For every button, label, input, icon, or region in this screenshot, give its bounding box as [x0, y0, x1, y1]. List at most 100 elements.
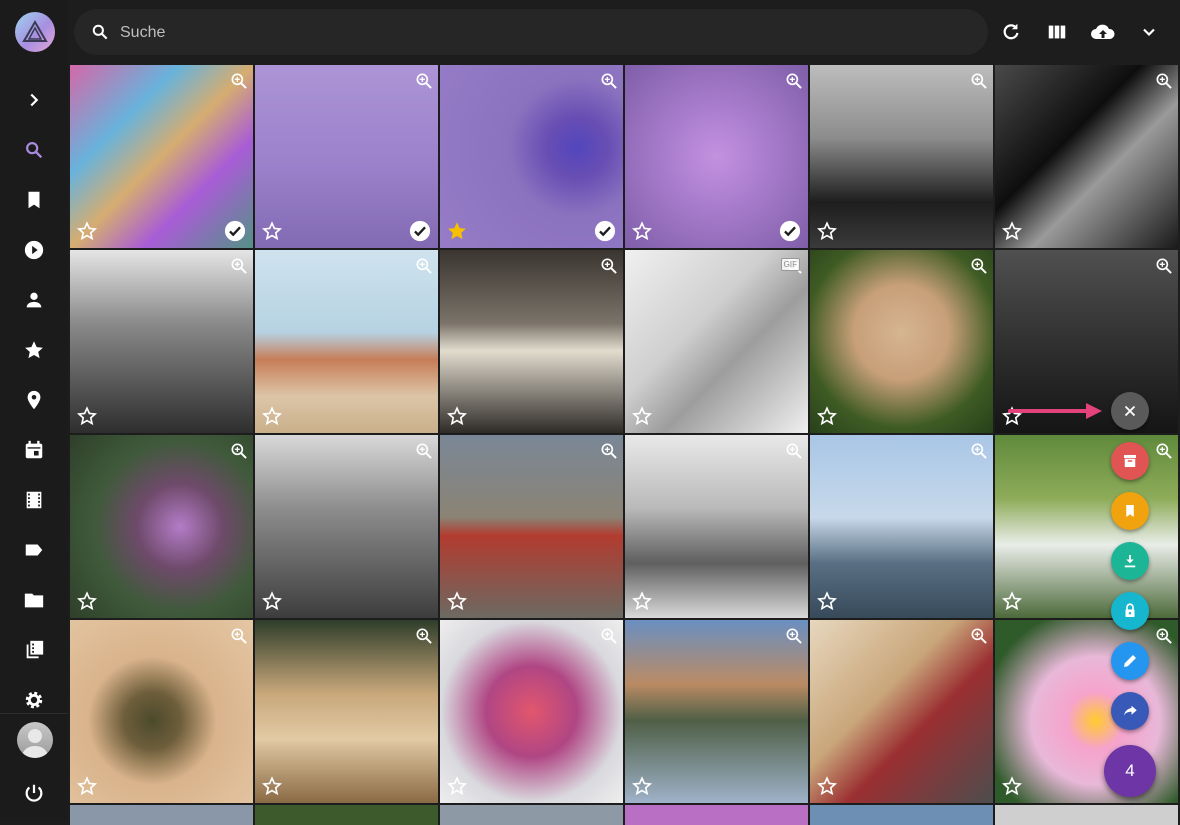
- photo-tile-pastries[interactable]: [810, 620, 993, 803]
- zoom-icon[interactable]: [414, 441, 434, 461]
- clear-selection-button[interactable]: [1111, 392, 1149, 430]
- view-toggle-button[interactable]: [1043, 18, 1071, 46]
- library-icon[interactable]: [22, 638, 46, 662]
- zoom-icon[interactable]: [1154, 256, 1174, 276]
- share-button[interactable]: [1111, 692, 1149, 730]
- zoom-icon[interactable]: [969, 626, 989, 646]
- person-icon[interactable]: [22, 288, 46, 312]
- star-outline-icon[interactable]: [261, 220, 283, 242]
- star-outline-icon[interactable]: [446, 405, 468, 427]
- zoom-icon[interactable]: [229, 256, 249, 276]
- star-outline-icon[interactable]: [631, 405, 653, 427]
- favorite-star-icon[interactable]: [446, 220, 468, 242]
- zoom-icon[interactable]: [784, 626, 804, 646]
- check-icon[interactable]: [594, 220, 616, 242]
- photo-tile-peacock[interactable]: [440, 65, 623, 248]
- photo-tile-partial[interactable]: [440, 805, 623, 825]
- photo-tile-harbor-tower[interactable]: [810, 435, 993, 618]
- photo-tile-glass-dome[interactable]: [70, 250, 253, 433]
- photo-tile-partial[interactable]: [810, 805, 993, 825]
- photo-tile-bridge[interactable]: [625, 435, 808, 618]
- menu-dropdown-button[interactable]: [1135, 18, 1163, 46]
- photo-tile-dung-beetle[interactable]: [70, 620, 253, 803]
- star-outline-icon[interactable]: [76, 590, 98, 612]
- zoom-icon[interactable]: [1154, 71, 1174, 91]
- private-button[interactable]: [1111, 592, 1149, 630]
- photo-tile-newtons-cradle[interactable]: GIF: [625, 250, 808, 433]
- star-outline-icon[interactable]: [261, 590, 283, 612]
- zoom-icon[interactable]: [229, 441, 249, 461]
- check-icon[interactable]: [779, 220, 801, 242]
- film-icon[interactable]: [22, 488, 46, 512]
- photo-tile-ferris-wheel-beach[interactable]: [255, 250, 438, 433]
- photo-tile-dahlia[interactable]: [625, 65, 808, 248]
- photo-tile-clock-tower[interactable]: [255, 65, 438, 248]
- zoom-icon[interactable]: [784, 71, 804, 91]
- star-outline-icon[interactable]: [76, 775, 98, 797]
- zoom-icon[interactable]: [969, 441, 989, 461]
- zoom-icon[interactable]: [1154, 626, 1174, 646]
- star-outline-icon[interactable]: [816, 220, 838, 242]
- app-logo[interactable]: [15, 12, 55, 52]
- photo-tile-psychedelic-art[interactable]: [70, 65, 253, 248]
- location-icon[interactable]: [22, 388, 46, 412]
- zoom-icon[interactable]: [784, 441, 804, 461]
- search-input[interactable]: [118, 9, 962, 57]
- download-button[interactable]: [1111, 542, 1149, 580]
- photo-tile-swan-boats[interactable]: [995, 435, 1178, 618]
- photo-tile-partial[interactable]: [625, 805, 808, 825]
- star-outline-icon[interactable]: [816, 590, 838, 612]
- star-outline-icon[interactable]: [261, 405, 283, 427]
- zoom-icon[interactable]: [599, 256, 619, 276]
- star-outline-icon[interactable]: [816, 775, 838, 797]
- label-icon[interactable]: [22, 538, 46, 562]
- star-outline-icon[interactable]: [261, 775, 283, 797]
- zoom-icon[interactable]: [599, 626, 619, 646]
- search-bar[interactable]: [74, 9, 988, 57]
- bookmark-selection-button[interactable]: [1111, 492, 1149, 530]
- zoom-icon[interactable]: [599, 71, 619, 91]
- zoom-icon[interactable]: [599, 441, 619, 461]
- archive-button[interactable]: [1111, 442, 1149, 480]
- star-outline-icon[interactable]: [1001, 590, 1023, 612]
- logout-icon[interactable]: [22, 781, 46, 805]
- photo-tile-red-plants[interactable]: [440, 620, 623, 803]
- photo-tile-dark-interior[interactable]: [995, 65, 1178, 248]
- search-icon[interactable]: [22, 138, 46, 162]
- star-outline-icon[interactable]: [446, 775, 468, 797]
- photo-tile-partial[interactable]: [255, 805, 438, 825]
- photo-tile-city-skyline[interactable]: [255, 435, 438, 618]
- selection-count-button[interactable]: 4: [1104, 745, 1156, 797]
- refresh-button[interactable]: [997, 18, 1025, 46]
- zoom-icon[interactable]: [1154, 441, 1174, 461]
- star-outline-icon[interactable]: [631, 220, 653, 242]
- photo-tile-lying-puppy[interactable]: [255, 620, 438, 803]
- play-icon[interactable]: [22, 238, 46, 262]
- folder-icon[interactable]: [22, 588, 46, 612]
- star-outline-icon[interactable]: [631, 590, 653, 612]
- zoom-icon[interactable]: [414, 256, 434, 276]
- photo-tile-reflection[interactable]: [625, 620, 808, 803]
- zoom-icon[interactable]: [414, 71, 434, 91]
- avatar[interactable]: [17, 722, 53, 758]
- star-icon[interactable]: [22, 338, 46, 362]
- zoom-icon[interactable]: [229, 626, 249, 646]
- upload-button[interactable]: [1089, 18, 1117, 46]
- star-outline-icon[interactable]: [631, 775, 653, 797]
- star-outline-icon[interactable]: [76, 220, 98, 242]
- zoom-icon[interactable]: [414, 626, 434, 646]
- photo-tile-castle-silhouette[interactable]: [810, 65, 993, 248]
- calendar-icon[interactable]: [22, 438, 46, 462]
- settings-icon[interactable]: [22, 688, 46, 712]
- zoom-icon[interactable]: [969, 71, 989, 91]
- photo-tile-wooden-house[interactable]: [440, 435, 623, 618]
- star-outline-icon[interactable]: [76, 405, 98, 427]
- zoom-icon[interactable]: [229, 71, 249, 91]
- photo-tile-partial[interactable]: [70, 805, 253, 825]
- star-outline-icon[interactable]: [446, 590, 468, 612]
- star-outline-icon[interactable]: [1001, 775, 1023, 797]
- star-outline-icon[interactable]: [1001, 220, 1023, 242]
- photo-tile-succulent-flowers[interactable]: [70, 435, 253, 618]
- photo-tile-pier-underside[interactable]: [440, 250, 623, 433]
- zoom-icon[interactable]: [969, 256, 989, 276]
